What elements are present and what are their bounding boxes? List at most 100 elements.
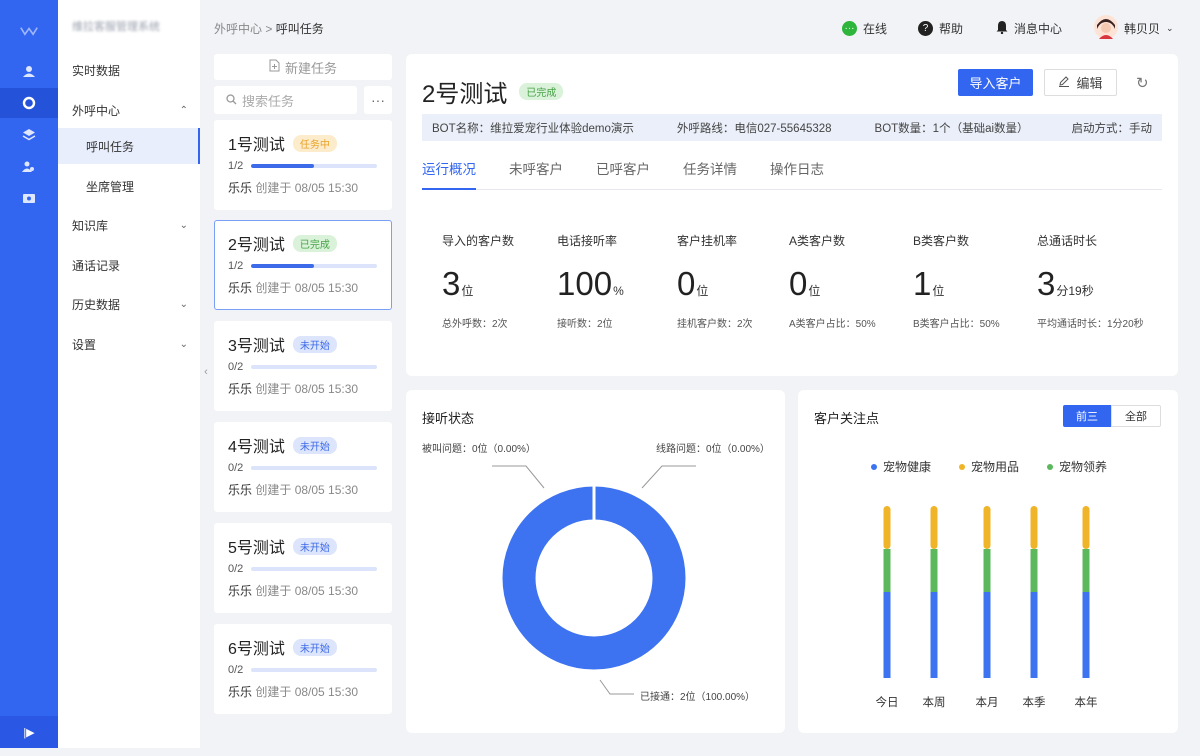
task-card-title: 3号测试 xyxy=(228,338,285,355)
sidebar-item-3[interactable]: 坐席管理 xyxy=(58,168,200,204)
task-created: 创建于 08/05 15:30 xyxy=(255,584,359,598)
task-card-title: 1号测试 xyxy=(228,137,285,154)
rail-expand-button[interactable]: |▶ xyxy=(0,716,58,748)
task-card[interactable]: 3号测试 未开始 0/2 乐乐 创建于 08/05 15:30 xyxy=(214,321,392,411)
task-card-title: 5号测试 xyxy=(228,540,285,557)
tab-1[interactable]: 未呼客户 xyxy=(509,158,563,190)
tab-4[interactable]: 操作日志 xyxy=(770,158,824,190)
breadcrumb-current: 呼叫任务 xyxy=(275,22,324,36)
sidebar-item-7[interactable]: 设置 ⌄ xyxy=(58,326,200,362)
rail-user-icon[interactable] xyxy=(20,62,38,80)
info-bot-name: BOT名称：维拉爱宠行业体验demo演示 xyxy=(432,122,634,135)
stat-block: 客户挂机率 0 位挂机客户数：2次 xyxy=(677,232,753,330)
stat-label: A类客户数 xyxy=(789,234,846,248)
bar-宠物领养-本季 xyxy=(1030,549,1038,592)
task-progress-bar xyxy=(251,365,378,369)
rail-layers-icon[interactable] xyxy=(20,126,38,144)
bar-宠物领养-本月 xyxy=(983,549,991,592)
focus-bar-chart xyxy=(883,506,1090,678)
task-status-badge: 未开始 xyxy=(292,436,337,454)
user-menu[interactable]: 韩贝贝 ⌄ xyxy=(1094,15,1174,42)
breadcrumb-separator: > xyxy=(265,22,273,36)
leader-line-callee xyxy=(492,465,545,489)
task-progress-bar xyxy=(251,264,378,268)
stat-block: A类客户数 0 位 A类客户占比：50% xyxy=(789,232,876,330)
stat-unit: 位 xyxy=(932,284,945,298)
chevron-up-icon: ⌃ xyxy=(179,104,188,116)
stat-label: 总通话时长 xyxy=(1037,234,1098,248)
task-progress-text: 1/2 xyxy=(228,260,244,272)
refresh-icon[interactable]: ↻ xyxy=(1136,74,1149,92)
task-card[interactable]: 1号测试 任务中 1/2 乐乐 创建于 08/05 15:30 xyxy=(214,120,392,210)
bar-宠物领养-今日 xyxy=(883,549,891,592)
task-card-title: 2号测试 xyxy=(228,237,285,254)
task-status-badge: 未开始 xyxy=(292,335,337,353)
tab-3[interactable]: 任务详情 xyxy=(683,158,737,190)
online-status[interactable]: ··· 在线 xyxy=(842,20,887,37)
sidebar-item-6[interactable]: 历史数据 ⌄ xyxy=(58,286,200,322)
sidebar-item-2[interactable]: 呼叫任务 xyxy=(58,128,200,164)
stat-sub: B类客户占比：50% xyxy=(913,319,1000,330)
breadcrumb: 外呼中心 > 呼叫任务 xyxy=(214,20,324,37)
x-tick-label: 本年 xyxy=(1074,697,1098,709)
donut-slice-connected xyxy=(502,486,686,670)
rail-monitor-icon[interactable] xyxy=(20,190,38,208)
rail-contacts-icon[interactable] xyxy=(20,158,38,176)
task-owner: 乐乐 xyxy=(228,181,253,195)
leader-line-line xyxy=(641,465,696,489)
task-progress-bar xyxy=(251,164,378,168)
rail-headset-icon[interactable] xyxy=(20,94,38,112)
sidebar-item-5[interactable]: 通话记录 xyxy=(58,247,200,283)
task-card[interactable]: 4号测试 未开始 0/2 乐乐 创建于 08/05 15:30 xyxy=(214,422,392,512)
user-name: 韩贝贝 xyxy=(1124,22,1161,36)
stat-block: 电话接听率 100% 接听数：2位 xyxy=(557,232,624,330)
bar-宠物用品-本年 xyxy=(1082,506,1090,549)
sidebar-item-4[interactable]: 知识库 ⌄ xyxy=(58,207,200,243)
chevron-down-icon: ⌄ xyxy=(1166,23,1174,33)
stat-label: B类客户数 xyxy=(913,234,970,248)
new-task-button[interactable]: 新建任务 xyxy=(214,54,392,80)
x-tick-label: 本周 xyxy=(922,697,946,709)
task-progress-bar xyxy=(251,567,378,571)
task-status-badge: 未开始 xyxy=(292,638,337,656)
tab-2[interactable]: 已呼客户 xyxy=(596,158,650,190)
sidebar-item-0[interactable]: 实时数据 xyxy=(58,52,200,88)
task-progress-text: 1/2 xyxy=(228,160,244,172)
edit-button[interactable]: 编辑 xyxy=(1044,69,1117,96)
tab-0[interactable]: 运行概况 xyxy=(422,158,476,190)
x-tick-label: 今日 xyxy=(875,697,899,709)
help-label: 帮助 xyxy=(939,22,964,36)
bar-base-今日 xyxy=(883,672,891,678)
bar-base-本年 xyxy=(1082,672,1090,678)
online-label: 在线 xyxy=(863,22,888,36)
chevron-down-icon: ⌄ xyxy=(179,338,188,350)
stat-unit: 位 xyxy=(808,284,821,298)
stat-sub: 平均通话时长：1分20秒 xyxy=(1037,319,1144,330)
task-owner: 乐乐 xyxy=(228,685,253,699)
stat-unit: 位 xyxy=(461,284,474,298)
task-search-input[interactable]: 搜索任务 xyxy=(214,86,357,114)
stat-value: 100 xyxy=(557,265,613,302)
donut-label-callee: 被叫问题：0位（0.00%） xyxy=(422,444,536,455)
task-created: 创建于 08/05 15:30 xyxy=(255,281,359,295)
task-card[interactable]: 5号测试 未开始 0/2 乐乐 创建于 08/05 15:30 xyxy=(214,523,392,613)
help-link[interactable]: ? 帮助 xyxy=(918,20,963,37)
task-card[interactable]: 6号测试 未开始 0/2 乐乐 创建于 08/05 15:30 xyxy=(214,624,392,714)
task-owner: 乐乐 xyxy=(228,281,253,295)
stat-sub: A类客户占比：50% xyxy=(789,319,876,330)
message-center-link[interactable]: 消息中心 xyxy=(996,20,1062,37)
icon-rail: |▶ xyxy=(0,0,58,748)
more-options-button[interactable]: ··· xyxy=(364,86,392,114)
task-info-bar: BOT名称：维拉爱宠行业体验demo演示 外呼路线：电信027-55645328… xyxy=(422,114,1162,141)
sidebar-item-1[interactable]: 外呼中心 ⌃ xyxy=(58,92,200,128)
bell-icon xyxy=(996,20,1008,37)
stat-value: 0 xyxy=(677,265,696,302)
import-customers-button[interactable]: 导入客户 xyxy=(958,69,1033,96)
collapse-sidebar-button[interactable]: ‹ xyxy=(200,362,212,382)
x-tick-label: 本季 xyxy=(1022,697,1046,709)
detail-tabs: 运行概况 未呼客户 已呼客户 任务详情 操作日志 xyxy=(422,158,1162,190)
sidebar-item-label: 知识库 xyxy=(72,218,109,233)
task-card[interactable]: 2号测试 已完成 1/2 乐乐 创建于 08/05 15:30 xyxy=(214,220,392,310)
breadcrumb-parent[interactable]: 外呼中心 xyxy=(214,22,262,36)
search-icon xyxy=(226,93,237,108)
